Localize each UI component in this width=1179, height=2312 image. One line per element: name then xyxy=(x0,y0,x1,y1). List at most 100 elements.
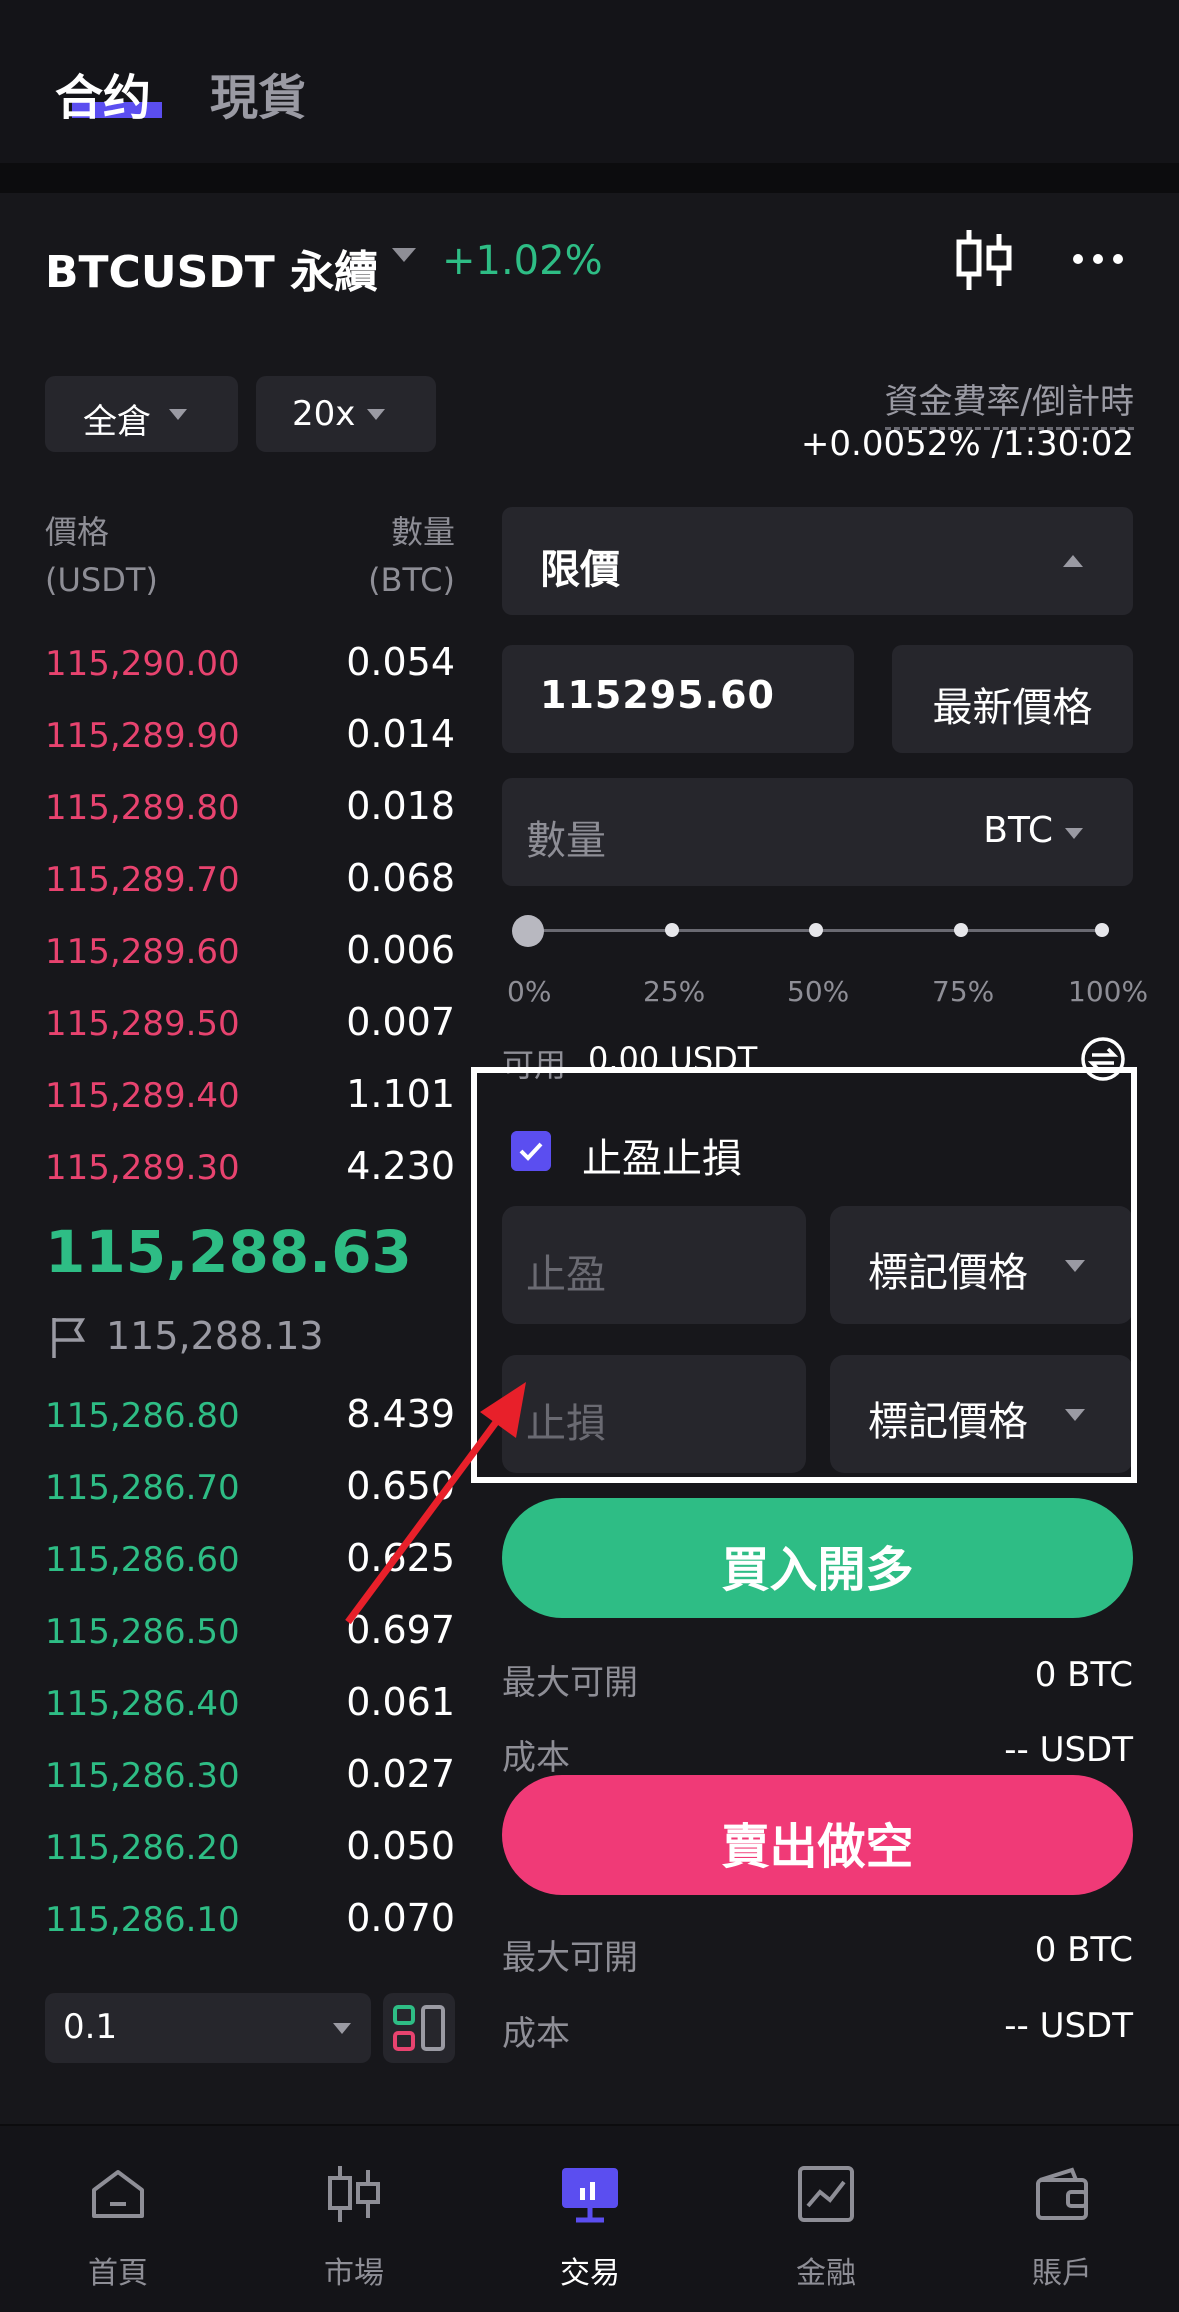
leverage-label: 20x xyxy=(292,394,356,434)
buy-long-label: 買入開多 xyxy=(721,1542,914,1598)
ask-qty: 0.018 xyxy=(346,784,455,828)
bid-price: 115,286.10 xyxy=(45,1900,240,1940)
more-icon[interactable] xyxy=(1072,246,1124,272)
annotation-arrow xyxy=(345,1382,526,1625)
nav-market[interactable]: 市場 xyxy=(236,2126,472,2312)
ask-qty: 4.230 xyxy=(346,1144,455,1188)
quantity-input[interactable]: 數量 BTC xyxy=(502,778,1133,886)
slider-label: 50% xyxy=(787,975,850,1008)
wallet-icon xyxy=(1036,2167,1088,2220)
bid-qty: 0.050 xyxy=(346,1824,455,1868)
bid-qty: 0.061 xyxy=(346,1680,455,1724)
bid-price: 115,286.70 xyxy=(45,1468,240,1508)
funding-rate-value: +0.0052% /1:30:02 xyxy=(800,424,1134,464)
chevron-down-icon[interactable] xyxy=(1065,828,1083,839)
price-input[interactable]: 115295.60 xyxy=(502,645,854,753)
buy-long-button[interactable]: 買入開多 xyxy=(502,1498,1133,1618)
bid-row[interactable]: 115,286.30 0.027 xyxy=(45,1746,455,1818)
ask-price: 115,289.30 xyxy=(45,1148,240,1188)
margin-mode-label: 全倉 xyxy=(83,402,151,442)
ask-row[interactable]: 115,289.50 0.007 xyxy=(45,994,455,1066)
bid-price: 115,286.80 xyxy=(45,1396,240,1436)
instrument-symbol[interactable]: BTCUSDT 永續 xyxy=(45,236,378,300)
bid-row[interactable]: 115,286.20 0.050 xyxy=(45,1818,455,1890)
nav-home-label: 首頁 xyxy=(88,2256,148,2291)
header-line: 價格 xyxy=(45,513,110,551)
trade-icon xyxy=(562,2168,618,2223)
slider-mark-75[interactable] xyxy=(954,923,968,937)
latest-price-label: 最新價格 xyxy=(932,685,1093,731)
slider-label: 25% xyxy=(643,975,706,1008)
ask-row[interactable]: 115,289.70 0.068 xyxy=(45,850,455,922)
ask-row[interactable]: 115,289.90 0.014 xyxy=(45,706,455,778)
bid-price: 115,286.30 xyxy=(45,1756,240,1796)
latest-price-button[interactable]: 最新價格 xyxy=(892,645,1133,753)
sell-cost-value: -- USDT xyxy=(1004,2006,1133,2046)
nav-home[interactable]: 首頁 xyxy=(0,2126,236,2312)
slider-label: 75% xyxy=(932,975,995,1008)
buy-max-label: 最大可開 xyxy=(502,1663,638,1703)
leverage-select[interactable]: 20x xyxy=(256,376,436,452)
margin-mode-select[interactable]: 全倉 xyxy=(45,376,238,452)
ask-price: 115,289.90 xyxy=(45,716,240,756)
sell-short-label: 賣出做空 xyxy=(721,1819,914,1875)
bid-price: 115,286.50 xyxy=(45,1612,240,1652)
quantity-placeholder: 數量 xyxy=(526,818,606,864)
nav-market-label: 市場 xyxy=(324,2256,384,2291)
top-bar xyxy=(0,0,1179,163)
market-icon xyxy=(328,2166,380,2222)
ask-price: 115,289.60 xyxy=(45,932,240,972)
header-line: (BTC) xyxy=(368,561,455,599)
bid-row[interactable]: 115,286.40 0.061 xyxy=(45,1674,455,1746)
bid-row[interactable]: 115,286.10 0.070 xyxy=(45,1890,455,1962)
ask-qty: 1.101 xyxy=(346,1072,455,1116)
ask-row[interactable]: 115,289.30 4.230 xyxy=(45,1138,455,1210)
bid-qty: 0.027 xyxy=(346,1752,455,1796)
ask-row[interactable]: 115,289.80 0.018 xyxy=(45,778,455,850)
order-type-select[interactable]: 限價 xyxy=(502,507,1133,615)
depth-value: 0.1 xyxy=(63,2007,118,2047)
quantity-unit[interactable]: BTC xyxy=(983,810,1053,851)
chevron-down-icon xyxy=(333,2023,351,2034)
ask-qty: 0.054 xyxy=(346,640,455,684)
divider xyxy=(0,163,1179,193)
slider-handle[interactable] xyxy=(512,915,544,947)
slider-mark-50[interactable] xyxy=(809,923,823,937)
buy-max-value: 0 BTC xyxy=(1034,1655,1133,1695)
finance-icon xyxy=(798,2166,854,2222)
candlestick-icon[interactable] xyxy=(955,228,1015,292)
depth-select[interactable]: 0.1 xyxy=(45,1993,371,2063)
sell-short-button[interactable]: 賣出做空 xyxy=(502,1775,1133,1895)
nav-trade-label: 交易 xyxy=(560,2256,620,2291)
ask-qty: 0.068 xyxy=(346,856,455,900)
ask-price: 115,289.70 xyxy=(45,860,240,900)
nav-trade[interactable]: 交易 xyxy=(472,2126,708,2312)
slider-mark-25[interactable] xyxy=(665,923,679,937)
tab-spot[interactable]: 現貨 xyxy=(210,58,306,128)
orderbook-layout-icon[interactable] xyxy=(383,1993,455,2063)
buy-cost-value: -- USDT xyxy=(1004,1730,1133,1770)
nav-account-label: 賬戶 xyxy=(1032,2256,1092,2291)
funding-rate-label[interactable]: 資金費率/倒計時 xyxy=(884,374,1134,430)
order-type-label: 限價 xyxy=(540,547,620,593)
nav-account[interactable]: 賬戶 xyxy=(944,2126,1179,2312)
ask-row[interactable]: 115,289.60 0.006 xyxy=(45,922,455,994)
ask-price: 115,290.00 xyxy=(45,644,240,684)
chevron-down-icon[interactable] xyxy=(392,248,416,262)
bottom-navigation: 首頁 市場 交易 金融 賬戶 xyxy=(0,2124,1179,2312)
sell-max-value: 0 BTC xyxy=(1034,1930,1133,1970)
slider-label: 100% xyxy=(1068,975,1149,1008)
ask-row[interactable]: 115,289.40 1.101 xyxy=(45,1066,455,1138)
slider-mark-100[interactable] xyxy=(1095,923,1109,937)
bid-price: 115,286.60 xyxy=(45,1540,240,1580)
nav-finance[interactable]: 金融 xyxy=(708,2126,944,2312)
sell-max-label: 最大可開 xyxy=(502,1938,638,1978)
sell-cost-label: 成本 xyxy=(502,2014,570,2054)
last-price: 115,288.63 xyxy=(45,1218,412,1286)
nav-finance-label: 金融 xyxy=(796,2256,856,2291)
ask-price: 115,289.50 xyxy=(45,1004,240,1044)
home-icon xyxy=(92,2170,144,2218)
mark-price: 115,288.13 xyxy=(106,1314,324,1358)
ask-row[interactable]: 115,290.00 0.054 xyxy=(45,634,455,706)
tab-contract[interactable]: 合约 xyxy=(55,58,151,128)
